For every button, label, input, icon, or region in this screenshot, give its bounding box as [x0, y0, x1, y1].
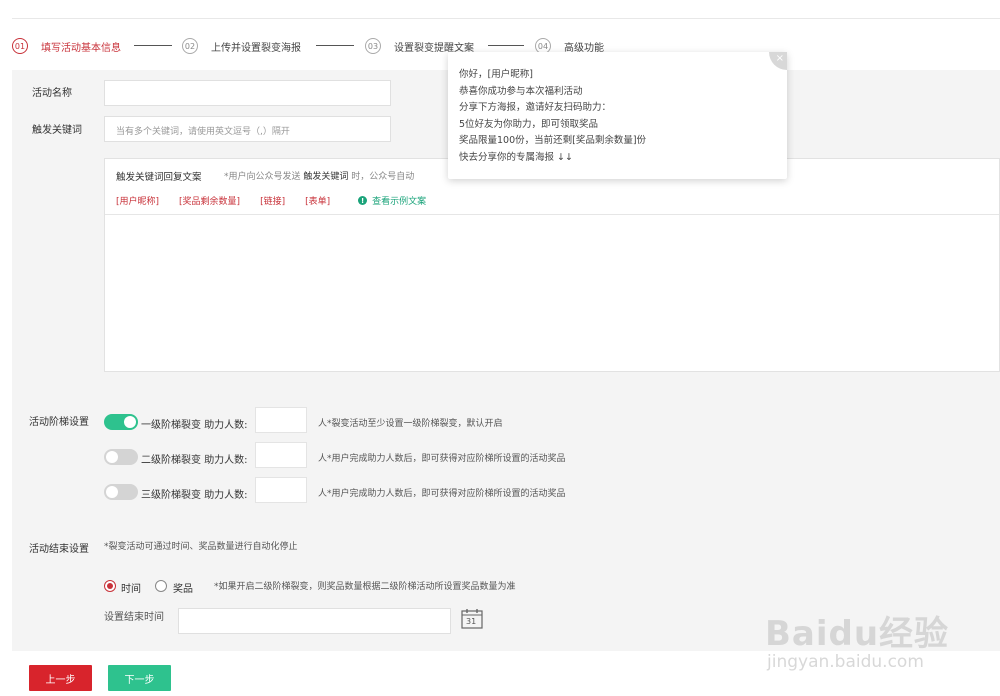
tier-1-helpers-label: 助力人数: [204, 420, 248, 431]
toggle-knob [106, 486, 118, 498]
step-3-number: 03 [365, 38, 381, 54]
tier-2-toggle[interactable] [104, 449, 138, 465]
end-settings-label: 活动结束设置 [29, 544, 89, 555]
tier-1-note: 人*裂变活动至少设置一级阶梯裂变，默认开启 [318, 419, 503, 429]
step-1[interactable]: 01 填写活动基本信息 [12, 36, 121, 56]
step-2-label: 上传并设置裂变海报 [211, 42, 301, 54]
tier-3-toggle[interactable] [104, 484, 138, 500]
end-time-input[interactable] [178, 608, 451, 634]
end-by-time-radio[interactable] [104, 580, 116, 592]
calendar-icon[interactable]: 31 [461, 608, 483, 629]
end-by-time-label: 时间 [121, 584, 141, 595]
tier-2-helpers-input[interactable] [255, 442, 307, 468]
example-popup: × 你好，[用户昵称] 恭喜你成功参与本次福利活动 分享下方海报，邀请好友扫码助… [448, 52, 787, 179]
next-button[interactable]: 下一步 [108, 665, 171, 691]
reply-note-suffix: 时，公众号自动 [351, 172, 415, 182]
end-option-note: *如果开启二级阶梯裂变，则奖品数量根据二级阶梯活动所设置奖品数量为准 [214, 582, 516, 592]
step-connector [488, 45, 524, 46]
tag-form[interactable]: [表单] [305, 194, 330, 207]
activity-name-input[interactable] [104, 80, 391, 106]
step-connector [134, 45, 172, 46]
tier-1-name: 一级阶梯裂变 助力人数: [141, 420, 248, 431]
reply-note-highlight: 触发关键词 [303, 172, 349, 182]
tier-3-note: 人*用户完成助力人数后，即可获得对应阶梯所设置的活动奖品 [318, 489, 566, 499]
info-icon: ! [358, 196, 368, 205]
end-by-prize-radio[interactable] [155, 580, 167, 592]
baidu-watermark: Baidu经验 jingyan.baidu.com [765, 588, 975, 678]
end-by-prize-label: 奖品 [173, 584, 193, 595]
example-line: 分享下方海报，邀请好友扫码助力： [459, 102, 612, 113]
example-line: 恭喜你成功参与本次福利活动 [459, 85, 583, 97]
tier-3-helpers-input[interactable] [255, 477, 307, 503]
watermark-url: jingyan.baidu.com [767, 652, 924, 672]
tier-1-toggle[interactable] [104, 414, 138, 430]
tier-2-name: 二级阶梯裂变 助力人数: [141, 455, 248, 466]
step-connector [316, 45, 354, 46]
tag-nickname[interactable]: [用户昵称] [116, 194, 159, 207]
step-1-label: 填写活动基本信息 [41, 42, 121, 54]
reply-textarea[interactable] [105, 214, 999, 372]
example-line: 你好，[用户昵称] [459, 69, 533, 80]
reply-note: *用户向公众号发送 触发关键词 时，公众号自动 [224, 169, 414, 182]
insert-tags: [用户昵称] [奖品剩余数量] [链接] [表单] ! 查看示例文案 [116, 194, 426, 207]
close-icon[interactable]: × [769, 52, 787, 70]
step-2-number: 02 [182, 38, 198, 54]
keyword-label: 触发关键词 [32, 125, 82, 136]
tier-3-name: 三级阶梯裂变 助力人数: [141, 490, 248, 501]
tier-2-helpers-label: 助力人数: [204, 455, 248, 466]
tag-link[interactable]: [链接] [260, 194, 285, 207]
activity-name-label: 活动名称 [32, 88, 72, 99]
step-2[interactable]: 02 上传并设置裂变海报 [182, 36, 301, 56]
tier-1-helpers-input[interactable] [255, 407, 307, 433]
example-line: 快去分享你的专属海报 ↓↓ [459, 151, 573, 163]
top-divider [12, 18, 1000, 19]
tiers-label: 活动阶梯设置 [29, 417, 89, 428]
keyword-input[interactable]: 当有多个关键词，请使用英文逗号（,）隔开 [104, 116, 391, 142]
end-settings-note: *裂变活动可通过时间、奖品数量进行自动化停止 [104, 542, 298, 552]
toggle-knob [124, 416, 136, 428]
tier-2-note: 人*用户完成助力人数后，即可获得对应阶梯所设置的活动奖品 [318, 454, 566, 464]
calendar-day: 31 [466, 617, 477, 626]
view-example-link[interactable]: ! 查看示例文案 [358, 194, 426, 207]
toggle-knob [106, 451, 118, 463]
keyword-placeholder: 当有多个关键词，请使用英文逗号（,）隔开 [116, 127, 290, 137]
tag-prize-remaining[interactable]: [奖品剩余数量] [179, 194, 240, 207]
step-1-number: 01 [12, 38, 28, 54]
watermark-logo: Baidu经验 [765, 614, 950, 654]
view-example-label: 查看示例文案 [372, 197, 427, 207]
example-line: 奖品限量100份，当前还剩[奖品剩余数量]份 [459, 135, 647, 146]
prev-button[interactable]: 上一步 [29, 665, 92, 691]
reply-title: 触发关键词回复文案 [116, 172, 202, 183]
reply-note-prefix: *用户向公众号发送 [224, 172, 301, 182]
example-line: 5位好友为你助力，即可领取奖品 [459, 118, 599, 130]
reply-editor: 触发关键词回复文案 *用户向公众号发送 触发关键词 时，公众号自动 [用户昵称]… [104, 158, 1000, 372]
end-time-label: 设置结束时间 [104, 612, 164, 623]
example-text: 你好，[用户昵称] 恭喜你成功参与本次福利活动 分享下方海报，邀请好友扫码助力：… [459, 67, 646, 166]
tier-3-helpers-label: 助力人数: [204, 490, 248, 501]
